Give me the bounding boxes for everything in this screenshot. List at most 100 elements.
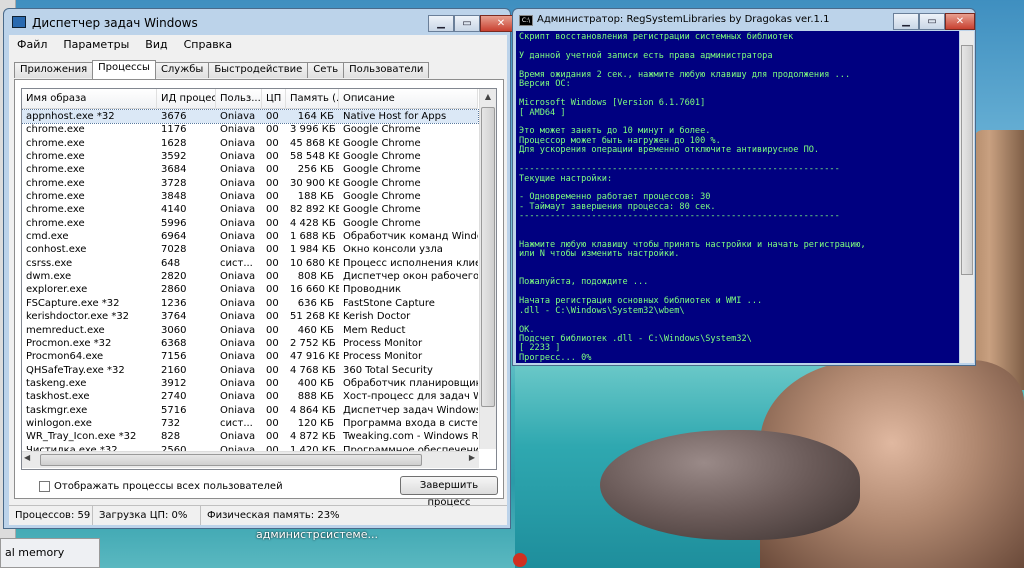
cell-user: Oniava [220, 404, 256, 416]
cell-cpu: 00 [266, 124, 279, 136]
checkbox-box[interactable] [39, 481, 50, 492]
scroll-left-icon[interactable]: ◀ [24, 453, 30, 462]
cell-cpu: 00 [266, 431, 279, 443]
horizontal-scrollbar[interactable]: ◀ ▶ [22, 451, 479, 468]
console-minimize-button[interactable]: ▁ [893, 13, 919, 30]
console-maximize-button[interactable]: ▭ [919, 13, 945, 30]
table-row[interactable]: memreduct.exe 3060 Oniava 00 460 КБ Mem Reduc… [22, 324, 478, 337]
table-row[interactable]: taskhost.exe 2740 Oniava 00 888 КБ Хост-проце… [22, 390, 478, 403]
cell-memory: 120 КБ [297, 417, 334, 429]
cell-image-name: winlogon.exe [26, 417, 92, 429]
desktop-icon-label-1[interactable]: администр... [256, 528, 330, 541]
vertical-scrollbar[interactable]: ▲ [479, 89, 496, 449]
tab-applications[interactable]: Приложения [14, 62, 94, 78]
cell-image-name: chrome.exe [26, 217, 85, 229]
table-row[interactable]: csrss.exe 648 сист... 00 10 680 КБ Процесс ис… [22, 257, 478, 270]
cell-description: Process Monitor [343, 351, 423, 363]
cell-memory: 808 КБ [297, 271, 334, 283]
column-header-cpu[interactable]: ЦП [262, 89, 286, 109]
table-row[interactable]: taskmgr.exe 5716 Oniava 00 4 864 КБ Диспетчер… [22, 404, 478, 417]
table-row[interactable]: kerishdoctor.exe *32 3764 Oniava 00 51 268 К… [22, 310, 478, 323]
table-row[interactable]: cmd.exe 6964 Oniava 00 1 688 КБ Обработчик ко… [22, 230, 478, 243]
cell-image-name: chrome.exe [26, 204, 85, 216]
cell-pid: 2160 [161, 364, 187, 376]
table-row[interactable]: QHSafeTray.exe *32 2160 Oniava 00 4 768 КБ 36… [22, 364, 478, 377]
console-title: Администратор: RegSystemLibraries by Dra… [537, 14, 830, 25]
cell-cpu: 00 [266, 351, 279, 363]
table-row[interactable]: Procmon.exe *32 6368 Oniava 00 2 752 КБ Proce… [22, 337, 478, 350]
table-row[interactable]: chrome.exe 1176 Oniava 00 3 996 КБ Google Chr… [22, 123, 478, 136]
column-header-image-name[interactable]: Имя образа [22, 89, 157, 109]
column-header-memory[interactable]: Память (... [286, 89, 339, 109]
end-process-button[interactable]: Завершить процесс [400, 476, 498, 508]
cell-pid: 5716 [161, 404, 187, 416]
task-manager-titlebar[interactable]: Диспетчер задач Windows ▁ ▭ ✕ [4, 9, 522, 37]
table-row[interactable]: chrome.exe 3592 Oniava 00 58 548 КБ Google Ch… [22, 150, 478, 163]
desktop-icon-label-2[interactable]: систeме... [320, 528, 378, 541]
cell-memory: 10 680 КБ [290, 257, 339, 269]
cell-memory: 256 КБ [297, 164, 334, 176]
column-header-user[interactable]: Польз... [216, 89, 262, 109]
task-manager-app-icon [12, 16, 26, 28]
maximize-icon: ▭ [927, 16, 937, 27]
cell-pid: 2740 [161, 391, 187, 403]
table-row[interactable]: chrome.exe 3848 Oniava 00 188 КБ Google Chrom… [22, 190, 478, 203]
console-scroll-thumb[interactable] [961, 45, 973, 275]
table-row[interactable]: dwm.exe 2820 Oniava 00 808 КБ Диспетчер окон … [22, 270, 478, 283]
cell-description: Tweaking.com - Windows Repair Tra [343, 431, 478, 443]
menu-view[interactable]: Вид [137, 35, 175, 55]
menu-help[interactable]: Справка [176, 35, 240, 55]
desktop-shortcut-icon[interactable] [513, 553, 527, 567]
cell-description: Обработчик планировщика задан [343, 377, 478, 389]
tab-network[interactable]: Сеть [307, 62, 345, 78]
table-row[interactable]: chrome.exe 1628 Oniava 00 45 868 КБ Google Ch… [22, 137, 478, 150]
cell-cpu: 00 [266, 364, 279, 376]
table-row[interactable]: chrome.exe 3728 Oniava 00 30 900 КБ Google Ch… [22, 177, 478, 190]
table-row[interactable]: taskeng.exe 3912 Oniava 00 400 КБ Обработчик … [22, 377, 478, 390]
console-scrollbar[interactable] [960, 31, 974, 363]
console-output[interactable]: Скрипт восстановления регистрации систем… [516, 31, 959, 363]
column-header-pid[interactable]: ИД процесса [157, 89, 216, 109]
table-row[interactable]: winlogon.exe 732 сист... 00 120 КБ Программа … [22, 417, 478, 430]
table-row[interactable]: appnhost.exe *32 3676 Oniava 00 164 КБ Native… [22, 108, 479, 125]
table-row[interactable]: conhost.exe 7028 Oniava 00 1 984 КБ Окно конс… [22, 243, 478, 256]
cell-user: Oniava [220, 324, 256, 336]
tab-performance[interactable]: Быстродействие [208, 62, 309, 78]
menu-file[interactable]: Файл [9, 35, 55, 55]
horizontal-scroll-thumb[interactable] [40, 454, 422, 466]
cell-user: Oniava [220, 351, 256, 363]
scroll-right-icon[interactable]: ▶ [469, 453, 475, 462]
cell-description: Google Chrome [343, 191, 421, 203]
column-header-description[interactable]: Описание [339, 89, 478, 109]
cell-cpu: 00 [266, 231, 279, 243]
cell-description: Проводник [343, 284, 401, 296]
tab-users[interactable]: Пользователи [343, 62, 430, 78]
cell-image-name: dwm.exe [26, 271, 72, 283]
table-row[interactable]: WR_Tray_Icon.exe *32 828 Oniava 00 4 872 КБ T… [22, 430, 478, 443]
maximize-button[interactable]: ▭ [454, 15, 480, 32]
show-all-users-checkbox[interactable]: Отображать процессы всех пользователей [39, 481, 283, 492]
task-manager-body: Приложения Процессы Службы Быстродействи… [9, 55, 507, 525]
cell-cpu: 00 [266, 391, 279, 403]
minimize-button[interactable]: ▁ [428, 15, 454, 32]
cell-memory: 460 КБ [297, 324, 334, 336]
scroll-up-icon[interactable]: ▲ [480, 89, 496, 105]
console-close-button[interactable]: ✕ [945, 13, 975, 30]
cell-image-name: taskmgr.exe [26, 404, 88, 416]
tab-processes[interactable]: Процессы [92, 60, 156, 79]
table-row[interactable]: chrome.exe 3684 Oniava 00 256 КБ Google Chrom… [22, 163, 478, 176]
status-processes: Процессов: 59 [9, 506, 93, 525]
table-row[interactable]: chrome.exe 5996 Oniava 00 4 428 КБ Google Chr… [22, 217, 478, 230]
console-titlebar[interactable]: C:\ Администратор: RegSystemLibraries by… [513, 9, 975, 33]
menu-options[interactable]: Параметры [55, 35, 137, 55]
vertical-scroll-thumb[interactable] [481, 107, 495, 407]
background-window-tab[interactable]: al memory [0, 538, 100, 568]
table-row[interactable]: explorer.exe 2860 Oniava 00 16 660 КБ Проводн… [22, 283, 478, 296]
table-row[interactable]: Procmon64.exe 7156 Oniava 00 47 916 КБ Proces… [22, 350, 478, 363]
tab-services[interactable]: Службы [154, 62, 210, 78]
process-list-header: Имя образа ИД процесса Польз... ЦП Памят… [22, 89, 478, 109]
table-row[interactable]: chrome.exe 4140 Oniava 00 82 892 КБ Google Ch… [22, 203, 478, 216]
process-list[interactable]: Имя образа ИД процесса Польз... ЦП Памят… [21, 88, 497, 470]
table-row[interactable]: FSCapture.exe *32 1236 Oniava 00 636 КБ FastS… [22, 297, 478, 310]
